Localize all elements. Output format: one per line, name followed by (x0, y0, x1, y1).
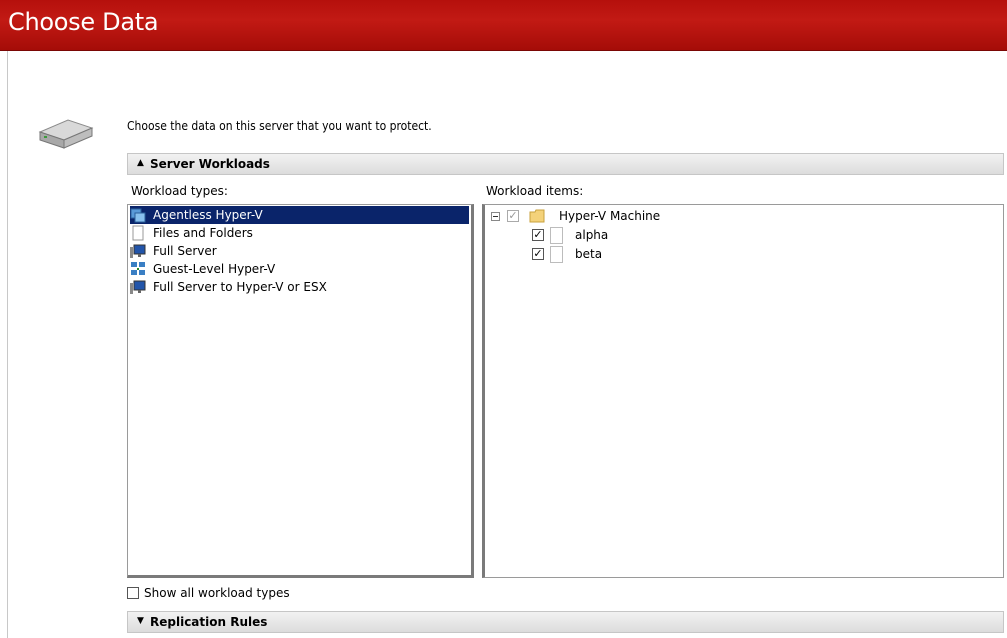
workload-items-tree[interactable]: ✓ Hyper-V Machine ✓ alpha ✓ beta (482, 204, 1004, 578)
tree-node-alpha[interactable]: ✓ alpha (532, 226, 608, 244)
list-item-full-server-to-hyperv-or-esx[interactable]: Full Server to Hyper-V or ESX (130, 278, 330, 296)
page-title: Choose Data (8, 8, 159, 36)
tree-node-hyperv-machine[interactable]: ✓ Hyper-V Machine (491, 207, 660, 225)
list-item-full-server[interactable]: Full Server (130, 242, 220, 260)
list-item-label: Files and Folders (153, 226, 253, 240)
tree-node-beta[interactable]: ✓ beta (532, 245, 602, 263)
folder-icon (529, 209, 545, 223)
list-item-label: Agentless Hyper-V (153, 208, 263, 222)
collapse-tree-icon[interactable] (491, 211, 500, 221)
tree-node-label: alpha (575, 228, 609, 242)
section-label: Server Workloads (150, 157, 270, 171)
workload-types-list[interactable]: Agentless Hyper-V Files and Folders Full… (127, 204, 474, 578)
list-item-files-and-folders[interactable]: Files and Folders (130, 224, 256, 242)
hard-drive-icon (38, 119, 94, 149)
show-all-workload-types[interactable]: Show all workload types (127, 586, 290, 600)
server-workloads-section-header[interactable]: ▲ Server Workloads (127, 153, 1004, 175)
replication-rules-section-header[interactable]: ▼ Replication Rules (127, 611, 1004, 633)
list-item-label: Full Server to Hyper-V or ESX (153, 280, 327, 294)
server-monitor-icon (130, 243, 146, 259)
workload-items-label: Workload items: (486, 184, 584, 198)
server-monitor-icon (130, 279, 146, 295)
tree-checkbox-root[interactable]: ✓ (507, 210, 519, 222)
collapse-up-icon: ▲ (137, 158, 144, 168)
list-item-guest-level-hyperv[interactable]: Guest-Level Hyper-V (130, 260, 278, 278)
workload-types-label: Workload types: (131, 184, 228, 198)
show-all-checkbox[interactable] (127, 587, 139, 599)
list-item-label: Full Server (153, 244, 217, 258)
left-divider (7, 51, 8, 638)
section-label: Replication Rules (150, 615, 268, 629)
show-all-label: Show all workload types (144, 586, 290, 600)
intro-text: Choose the data on this server that you … (127, 119, 432, 133)
network-hyperv-icon (130, 261, 146, 277)
expand-down-icon: ▼ (137, 616, 144, 626)
tree-checkbox-beta[interactable]: ✓ (532, 248, 544, 260)
tree-node-label: beta (575, 247, 603, 261)
document-icon (550, 245, 563, 263)
hyperv-host-icon (130, 207, 146, 223)
document-icon (130, 225, 146, 241)
tree-checkbox-alpha[interactable]: ✓ (532, 229, 544, 241)
document-icon (550, 226, 563, 244)
tree-node-label: Hyper-V Machine (559, 209, 661, 223)
page-header: Choose Data (0, 0, 1007, 51)
list-item-agentless-hyperv[interactable]: Agentless Hyper-V (130, 206, 469, 224)
list-item-label: Guest-Level Hyper-V (153, 262, 276, 276)
